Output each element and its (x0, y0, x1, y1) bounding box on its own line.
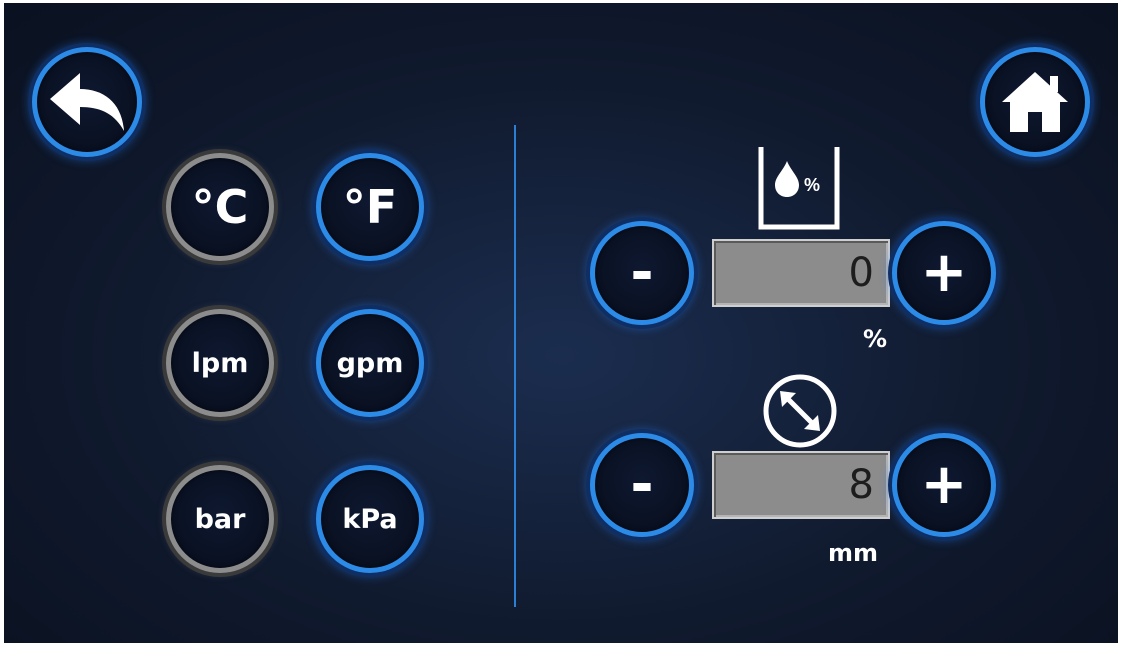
gpm-button[interactable]: gpm (316, 309, 424, 417)
settings-screen: °C °F lpm gpm bar kPa % - 0 + % - 8 + mm (4, 3, 1118, 643)
celsius-button[interactable]: °C (166, 153, 274, 261)
moisture-minus-label: - (630, 240, 654, 305)
size-decrease-button[interactable]: - (590, 433, 694, 537)
diameter-icon (763, 374, 837, 448)
size-value-field[interactable]: 8 (712, 451, 890, 519)
bar-label: bar (194, 503, 246, 535)
gpm-label: gpm (336, 347, 404, 379)
celsius-label: °C (191, 180, 249, 234)
bar-button[interactable]: bar (166, 465, 274, 573)
size-increase-button[interactable]: + (892, 433, 996, 537)
lpm-button[interactable]: lpm (166, 309, 274, 417)
fahrenheit-button[interactable]: °F (316, 153, 424, 261)
panel-divider (514, 125, 516, 607)
moisture-value-field[interactable]: 0 (712, 239, 890, 307)
home-icon (1002, 72, 1068, 132)
size-unit-label: mm (828, 539, 879, 567)
back-button[interactable] (32, 47, 142, 157)
size-minus-label: - (630, 452, 654, 517)
size-value: 8 (848, 462, 874, 508)
moisture-percent-icon: % (758, 147, 840, 230)
moisture-icon-text: % (804, 175, 820, 195)
back-arrow-icon (50, 73, 124, 131)
moisture-unit-label: % (863, 325, 888, 353)
moisture-plus-label: + (920, 240, 968, 305)
size-plus-label: + (920, 452, 968, 517)
moisture-decrease-button[interactable]: - (590, 221, 694, 325)
kpa-button[interactable]: kPa (316, 465, 424, 573)
kpa-label: kPa (342, 503, 398, 535)
fahrenheit-label: °F (342, 180, 398, 234)
home-button[interactable] (980, 47, 1090, 157)
moisture-increase-button[interactable]: + (892, 221, 996, 325)
lpm-label: lpm (191, 347, 249, 379)
moisture-value: 0 (848, 250, 874, 296)
